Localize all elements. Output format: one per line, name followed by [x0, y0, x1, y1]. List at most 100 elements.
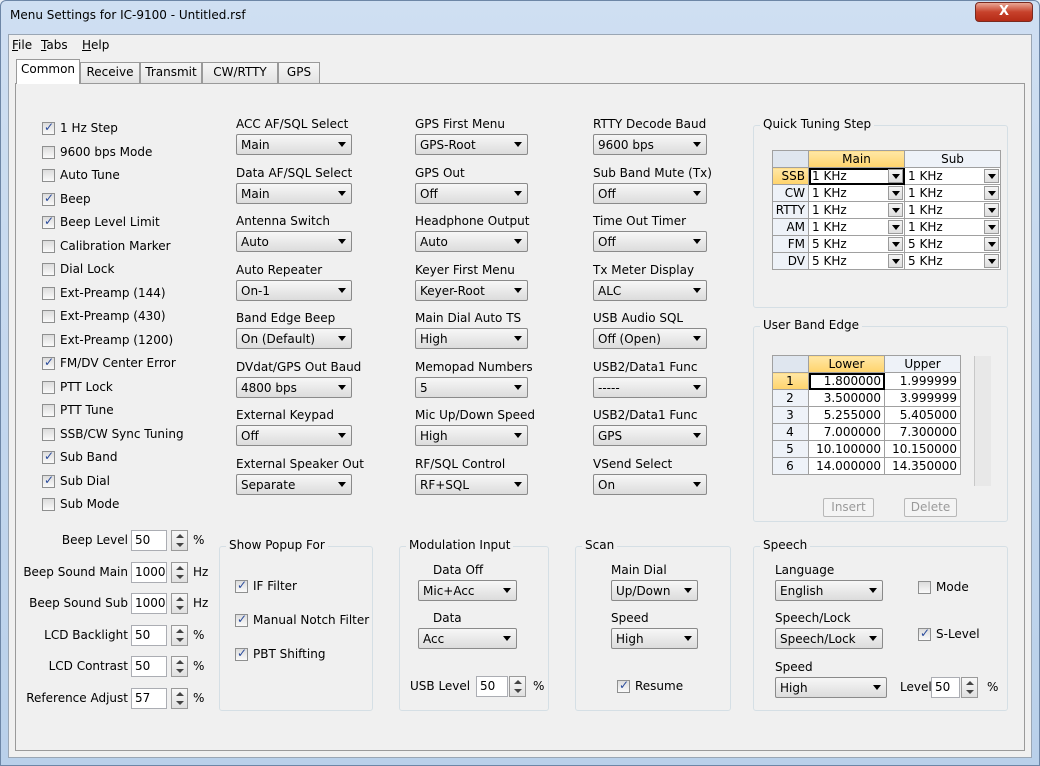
close-button[interactable]: X: [975, 2, 1033, 22]
dropdown-select[interactable]: ALC: [593, 279, 707, 301]
chevron-down-icon[interactable]: [888, 203, 903, 217]
tab-common[interactable]: Common: [16, 59, 80, 84]
dropdown-select[interactable]: On (Default): [236, 328, 352, 349]
chevron-down-icon[interactable]: [888, 254, 903, 268]
menu-help[interactable]: Help: [82, 38, 109, 52]
checkbox-box[interactable]: [42, 310, 55, 323]
upper-cell[interactable]: 3.999999: [884, 389, 961, 407]
dropdown-select[interactable]: 5: [415, 376, 528, 398]
step-cell-main[interactable]: 5 KHz: [808, 235, 905, 253]
dropdown-select[interactable]: GPS: [593, 425, 707, 446]
scan-speed-select[interactable]: High: [611, 628, 698, 649]
checkbox-box[interactable]: [918, 626, 931, 641]
checkbox-box[interactable]: [42, 120, 55, 135]
checkbox-box[interactable]: [42, 286, 55, 300]
step-cell-main[interactable]: 1 KHz: [808, 167, 905, 185]
speech-speed-select[interactable]: High: [775, 677, 887, 698]
chevron-down-icon[interactable]: [888, 186, 903, 200]
menu-file[interactable]: File: [12, 38, 32, 52]
checkbox-box[interactable]: [42, 191, 55, 206]
dropdown-select[interactable]: Separate: [236, 473, 352, 495]
level-input[interactable]: 1000: [131, 561, 167, 583]
dropdown-select[interactable]: High: [415, 328, 528, 349]
checkbox-box[interactable]: [42, 333, 55, 347]
checkbox-box[interactable]: [235, 578, 248, 593]
upper-cell[interactable]: 10.150000: [884, 440, 961, 458]
lower-cell[interactable]: 7.000000: [808, 423, 885, 441]
lower-cell[interactable]: 1.800000: [808, 372, 885, 390]
dropdown-select[interactable]: On-1: [236, 279, 352, 301]
data-select[interactable]: Acc: [418, 628, 517, 649]
spin-arrows-icon[interactable]: [171, 624, 188, 646]
dropdown-select[interactable]: 4800 bps: [236, 376, 352, 398]
checkbox-box[interactable]: [42, 404, 55, 417]
level-input[interactable]: 1000: [131, 593, 167, 614]
main-dial-select[interactable]: Up/Down: [611, 580, 698, 601]
spin-arrows-icon[interactable]: [171, 687, 188, 709]
tab-transmit[interactable]: Transmit: [140, 62, 202, 83]
chevron-down-icon[interactable]: [984, 186, 999, 200]
dropdown-select[interactable]: 9600 bps: [593, 134, 707, 155]
dropdown-select[interactable]: Off (Open): [593, 328, 707, 349]
step-cell-sub[interactable]: 1 KHz: [904, 184, 1001, 202]
dropdown-select[interactable]: Keyer-Root: [415, 279, 528, 301]
lower-cell[interactable]: 14.000000: [808, 457, 885, 475]
speech-lock-select[interactable]: Speech/Lock: [775, 628, 883, 649]
step-cell-sub[interactable]: 5 KHz: [904, 252, 1001, 270]
dropdown-select[interactable]: Auto: [236, 231, 352, 252]
dropdown-select[interactable]: Off: [415, 182, 528, 204]
dropdown-select[interactable]: High: [415, 425, 528, 446]
level-input[interactable]: 50: [131, 530, 167, 551]
step-cell-sub[interactable]: 1 KHz: [904, 167, 1001, 185]
step-cell-main[interactable]: 1 KHz: [808, 184, 905, 202]
chevron-down-icon[interactable]: [984, 237, 999, 251]
chevron-down-icon[interactable]: [888, 169, 903, 183]
dropdown-select[interactable]: Off: [593, 231, 707, 252]
dropdown-select[interactable]: Auto: [415, 231, 528, 252]
lower-cell[interactable]: 10.100000: [808, 440, 885, 458]
usb-level-input[interactable]: 50: [476, 676, 508, 697]
upper-cell[interactable]: 1.999999: [884, 372, 961, 390]
step-cell-main[interactable]: 1 KHz: [808, 218, 905, 236]
level-input[interactable]: 50: [131, 656, 167, 677]
upper-cell[interactable]: 7.300000: [884, 423, 961, 441]
checkbox-box[interactable]: [918, 581, 931, 594]
checkbox-box[interactable]: [42, 214, 55, 229]
checkbox-box[interactable]: [235, 612, 248, 627]
dropdown-select[interactable]: Off: [236, 425, 352, 446]
step-cell-sub[interactable]: 1 KHz: [904, 201, 1001, 219]
chevron-down-icon[interactable]: [984, 220, 999, 234]
level-input[interactable]: 50: [131, 624, 167, 646]
speech-level-input[interactable]: 50: [931, 677, 960, 698]
checkbox-box[interactable]: [42, 473, 55, 488]
title-bar[interactable]: Menu Settings for IC-9100 - Untitled.rsf…: [0, 0, 1040, 34]
spin-arrows-icon[interactable]: [171, 561, 188, 583]
dropdown-select[interactable]: Off: [593, 182, 707, 204]
dropdown-select[interactable]: RF+SQL: [415, 473, 528, 495]
checkbox-box[interactable]: [42, 145, 55, 159]
checkbox-box[interactable]: [42, 263, 55, 276]
checkbox-box[interactable]: [42, 449, 55, 464]
checkbox-box[interactable]: [42, 169, 55, 182]
spin-arrows-icon[interactable]: [171, 530, 188, 551]
chevron-down-icon[interactable]: [984, 203, 999, 217]
dropdown-select[interactable]: Main: [236, 182, 352, 204]
checkbox-box[interactable]: [235, 646, 248, 661]
chevron-down-icon[interactable]: [984, 254, 999, 268]
lower-cell[interactable]: 5.255000: [808, 406, 885, 424]
dropdown-select[interactable]: -----: [593, 376, 707, 398]
menu-tabs[interactable]: Tabs: [41, 38, 68, 52]
checkbox-box[interactable]: [42, 355, 55, 370]
data-off-select[interactable]: Mic+Acc: [418, 580, 517, 601]
dropdown-select[interactable]: GPS-Root: [415, 134, 528, 155]
tab-gps[interactable]: GPS: [278, 62, 320, 83]
level-input[interactable]: 57: [131, 687, 167, 709]
band-edge-scrollbar[interactable]: [974, 356, 991, 486]
spin-arrows-icon[interactable]: [509, 676, 526, 697]
checkbox-box[interactable]: [42, 498, 55, 511]
step-cell-main[interactable]: 5 KHz: [808, 252, 905, 270]
checkbox-box[interactable]: [42, 427, 55, 441]
tab-receive[interactable]: Receive: [80, 62, 140, 83]
lower-cell[interactable]: 3.500000: [808, 389, 885, 407]
language-select[interactable]: English: [775, 580, 883, 601]
